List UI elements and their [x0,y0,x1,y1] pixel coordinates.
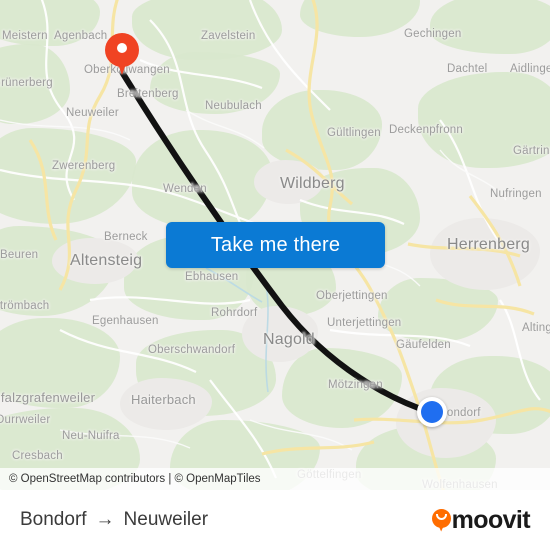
moovit-pin-icon [431,508,451,532]
destination-dot-inner [421,401,443,423]
pin-center-dot [117,43,127,53]
moovit-smile-icon [435,513,447,520]
route-destination-label: Neuweiler [123,509,209,530]
take-me-there-label: Take me there [210,233,341,256]
route-title: Bondorf → Neuweiler [20,509,208,531]
moovit-wordmark: moovit [451,505,531,534]
take-me-there-button[interactable]: Take me there [166,222,385,268]
map-screen: MeisternAgenbachZavelsteinGechingenGrüne… [0,0,550,550]
map-canvas[interactable]: MeisternAgenbachZavelsteinGechingenGrüne… [0,0,550,490]
route-arrow-icon: → [95,509,115,530]
moovit-logo[interactable]: moovit [431,505,531,535]
footer-bar: Bondorf → Neuweiler moovit [0,490,550,550]
origin-map-pin-icon[interactable] [105,33,139,77]
map-attribution-bar: © OpenStreetMap contributors | © OpenMap… [0,468,550,490]
destination-location-dot-icon[interactable] [417,397,447,427]
map-attribution-text[interactable]: © OpenStreetMap contributors | © OpenMap… [9,473,261,485]
route-origin-label: Bondorf [20,509,87,530]
